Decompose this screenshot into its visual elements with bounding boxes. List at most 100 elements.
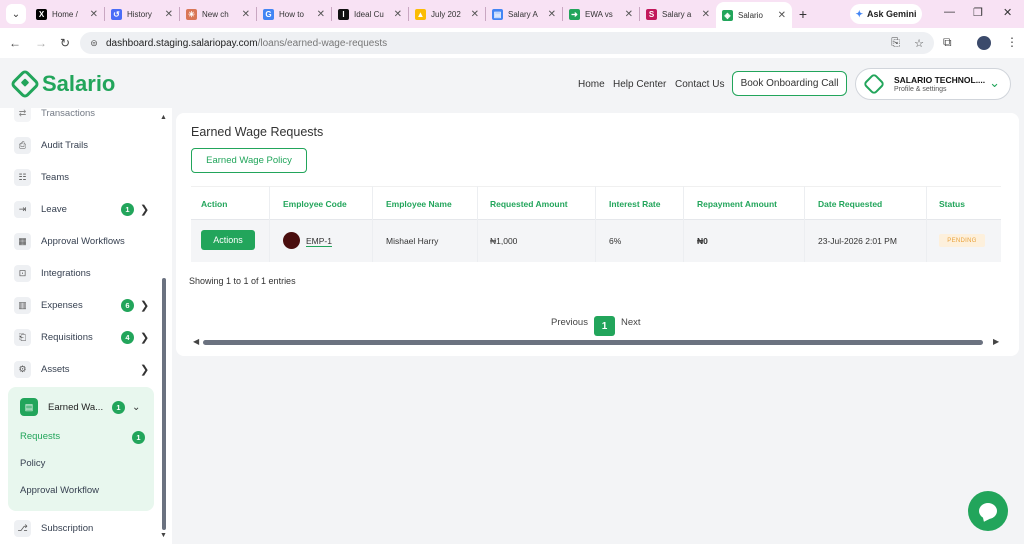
scroll-left-icon[interactable]: ◀	[193, 337, 199, 346]
scroll-down-icon[interactable]: ▼	[160, 532, 167, 539]
browser-tab[interactable]: ▲ July 202 ✕	[409, 0, 485, 28]
x-logo-icon: X	[36, 8, 47, 20]
site-info-icon[interactable]: ⊜	[86, 38, 102, 49]
browser-tab[interactable]: ➜ EWA vs ✕	[563, 0, 639, 28]
browser-menu-icon[interactable]: ⋮	[1006, 35, 1018, 49]
sidebar: ⇄ Transactions ⎙ Audit Trails ☷ Teams ⇥ Leav…	[0, 108, 172, 544]
company-profile-dropdown[interactable]: SALARIO TECHNOL.... Profile & settings ⌄	[855, 68, 1011, 100]
url-field[interactable]: ⊜ dashboard.staging.salariopay.com/loans…	[80, 32, 934, 54]
nav-home[interactable]: Home	[578, 79, 605, 90]
nav-contact-us[interactable]: Contact Us	[675, 79, 724, 90]
scrollbar-thumb[interactable]	[162, 278, 166, 530]
close-tab-icon[interactable]: ✕	[778, 10, 786, 21]
close-tab-icon[interactable]: ✕	[394, 9, 402, 20]
close-tab-icon[interactable]: ✕	[90, 9, 98, 20]
browser-tab[interactable]: G How to ✕	[257, 0, 331, 28]
close-tab-icon[interactable]: ✕	[242, 9, 250, 20]
bookmark-star-icon[interactable]: ☆	[914, 37, 924, 50]
employee-code-link[interactable]: EMP-1	[306, 236, 332, 247]
sidebar-item-approval-workflows[interactable]: ▦ Approval Workflows	[14, 229, 154, 253]
sidebar-item-subscription[interactable]: ⎇ Subscription	[14, 516, 154, 540]
col-employee-code: Employee Code	[283, 199, 347, 209]
sidebar-item-earned-wage[interactable]: ▤ Earned Wa... 1 ⌄	[20, 396, 150, 418]
close-tab-icon[interactable]: ✕	[165, 9, 173, 20]
browser-tab-active[interactable]: ◈ Salario ✕	[716, 2, 792, 28]
close-window-icon[interactable]: ✕	[1003, 6, 1012, 19]
col-employee-name: Employee Name	[386, 199, 452, 209]
browser-tab[interactable]: I Ideal Cu ✕	[332, 0, 408, 28]
sidebar-item-expenses[interactable]: ▥ Expenses 6 ❯	[14, 293, 154, 317]
browser-tab[interactable]: ✳ New ch ✕	[180, 0, 256, 28]
col-interest-rate: Interest Rate	[609, 199, 661, 209]
salario-icon: ◈	[722, 9, 733, 21]
profile-avatar[interactable]	[977, 36, 991, 50]
back-icon[interactable]: ←	[4, 36, 26, 50]
integrations-icon: ⊡	[14, 264, 31, 282]
minimize-icon[interactable]: —	[944, 6, 955, 18]
scrollbar-thumb[interactable]	[203, 340, 983, 345]
chevron-down-icon: ⌄	[132, 401, 141, 413]
pagination-next[interactable]: Next	[621, 317, 641, 328]
sidebar-item-teams[interactable]: ☷ Teams	[14, 165, 154, 189]
sidebar-item-integrations[interactable]: ⊡ Integrations	[14, 261, 154, 285]
ask-gemini-button[interactable]: ✦ Ask Gemini	[850, 4, 922, 24]
col-date-requested: Date Requested	[818, 199, 883, 209]
actions-button[interactable]: Actions	[201, 230, 255, 250]
sidebar-item-leave[interactable]: ⇥ Leave 1 ❯	[14, 197, 154, 221]
sidebar-subitem-policy[interactable]: Policy	[20, 458, 45, 469]
sidebar-subitem-approval-workflow[interactable]: Approval Workflow	[20, 485, 99, 496]
restore-icon[interactable]: ❐	[973, 6, 983, 19]
scroll-up-icon[interactable]: ▲	[160, 114, 167, 121]
sidebar-item-transactions[interactable]: ⇄ Transactions	[14, 108, 154, 125]
address-bar-row: ← → ↻ ⊜ dashboard.staging.salariopay.com…	[0, 28, 1024, 58]
salary-icon: S	[646, 8, 657, 20]
audit-icon: ⎙	[14, 136, 31, 154]
table-header: Action Employee Code Employee Name Reque…	[191, 186, 1001, 220]
table-horizontal-scrollbar[interactable]: ◀ ▶	[191, 337, 1006, 346]
company-logo-icon	[862, 72, 886, 96]
chevron-down-icon: ⌄	[989, 75, 1000, 90]
date-requested: 23-Jul-2026 2:01 PM	[818, 236, 897, 246]
close-tab-icon[interactable]: ✕	[317, 9, 325, 20]
close-tab-icon[interactable]: ✕	[471, 9, 479, 20]
install-app-icon[interactable]: ⎘	[891, 37, 900, 50]
sidebar-item-audit-trails[interactable]: ⎙ Audit Trails	[14, 133, 154, 157]
earned-wage-policy-button[interactable]: Earned Wage Policy	[191, 148, 307, 173]
company-name: SALARIO TECHNOL....	[894, 75, 986, 85]
gemini-icon: ✦	[855, 8, 863, 19]
reload-icon[interactable]: ↻	[54, 36, 76, 50]
new-tab-icon[interactable]: +	[792, 6, 814, 22]
browser-tab[interactable]: ▤ Salary A ✕	[486, 0, 562, 28]
drive-icon: ▲	[415, 8, 426, 20]
earned-wage-icon: ▤	[20, 398, 38, 416]
close-tab-icon[interactable]: ✕	[625, 9, 633, 20]
forward-icon[interactable]: →	[30, 36, 52, 50]
expenses-icon: ▥	[14, 296, 31, 314]
requests-badge: 1	[132, 431, 145, 444]
tab-search-icon[interactable]: ⌄	[6, 4, 26, 24]
extensions-icon[interactable]: ⧉	[943, 35, 952, 50]
scroll-right-icon[interactable]: ▶	[993, 337, 999, 346]
chevron-right-icon: ❯	[140, 299, 150, 312]
chat-support-button[interactable]	[968, 491, 1008, 531]
sidebar-item-assets[interactable]: ⚙ Assets ❯	[14, 357, 154, 381]
close-tab-icon[interactable]: ✕	[548, 9, 556, 20]
browser-tab[interactable]: ↺ History ✕	[105, 0, 179, 28]
close-tab-icon[interactable]: ✕	[702, 9, 710, 20]
pagination-previous[interactable]: Previous	[551, 317, 588, 328]
sidebar-scrollbar[interactable]: ▲ ▼	[160, 108, 168, 544]
chat-bubble-icon	[979, 503, 997, 519]
sidebar-item-requisitions[interactable]: ⎗ Requisitions 4 ❯	[14, 325, 154, 349]
book-onboarding-call-button[interactable]: Book Onboarding Call	[732, 71, 847, 96]
app-header: Salario Home Help Center Contact Us Book…	[0, 58, 1024, 108]
browser-tab[interactable]: S Salary a ✕	[640, 0, 716, 28]
browser-tab-strip: ⌄ X Home / ✕ ↺ History ✕ ✳ New ch ✕ G How to ✕ I…	[0, 0, 1024, 28]
salario-logo[interactable]: Salario	[9, 68, 115, 100]
browser-tab[interactable]: X Home / ✕	[30, 0, 104, 28]
transactions-icon: ⇄	[14, 108, 31, 122]
teams-icon: ☷	[14, 168, 31, 186]
requisitions-icon: ⎗	[14, 328, 31, 346]
pagination-current-page[interactable]: 1	[594, 316, 615, 336]
nav-help-center[interactable]: Help Center	[613, 79, 666, 90]
sidebar-subitem-requests[interactable]: Requests 1	[20, 431, 146, 444]
